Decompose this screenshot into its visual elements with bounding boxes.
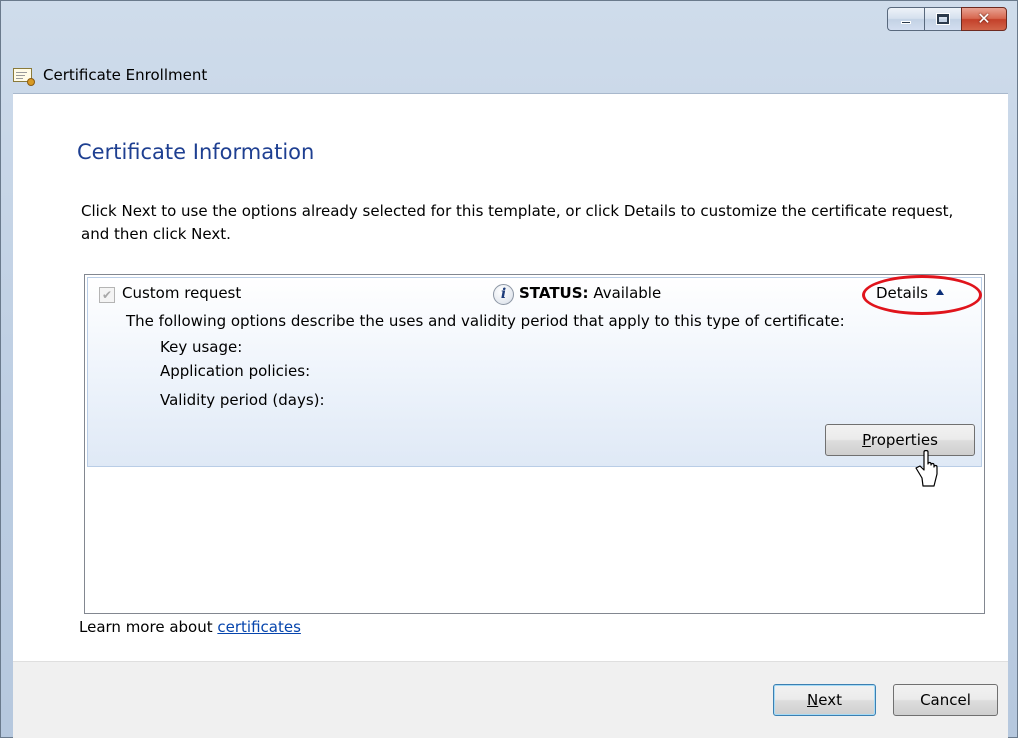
mouse-cursor-icon [915, 450, 938, 487]
custom-request-checkbox[interactable]: ✔ [99, 287, 115, 303]
minimize-button[interactable] [887, 7, 924, 31]
title-bar[interactable]: ✕ [1, 1, 1017, 43]
options-description: The following options describe the uses … [126, 312, 845, 330]
certificate-enrollment-window: ✕ Certificate Enrollment Certificate Inf… [0, 0, 1018, 738]
minimize-icon [901, 21, 911, 24]
wizard-header: Certificate Enrollment [13, 63, 207, 87]
application-policies-label: Application policies: [160, 362, 311, 380]
learn-more-text: Learn more about certificates [79, 618, 301, 636]
validity-period-label: Validity period (days): [160, 391, 325, 409]
properties-button[interactable]: Properties [825, 424, 975, 456]
learn-more-prefix: Learn more about [79, 618, 218, 636]
close-icon: ✕ [977, 9, 991, 28]
info-icon: i [493, 284, 514, 305]
next-button[interactable]: Next [773, 684, 876, 716]
wizard-footer: Next Cancel [13, 661, 1008, 738]
certificate-request-list: ✔ Custom request i STATUS: Available Det… [84, 274, 985, 614]
certificates-link[interactable]: certificates [217, 618, 301, 636]
instruction-text: Click Next to use the options already se… [81, 202, 954, 243]
status-text: STATUS: Available [519, 284, 661, 302]
wizard-content: Certificate Information Click Next to us… [13, 93, 1008, 661]
highlight-circle [862, 275, 982, 315]
page-title: Certificate Information [77, 140, 315, 164]
maximize-button[interactable] [924, 7, 961, 31]
cancel-button[interactable]: Cancel [893, 684, 998, 716]
window-title: Certificate Enrollment [43, 66, 208, 84]
maximize-icon [937, 14, 949, 24]
status-value: Available [593, 284, 662, 302]
list-item-custom-request[interactable]: ✔ Custom request i STATUS: Available Det… [87, 275, 982, 467]
checkmark-icon: ✔ [101, 288, 113, 302]
certificate-icon [13, 67, 35, 86]
status-label: STATUS: [519, 284, 589, 302]
item-name: Custom request [122, 284, 242, 302]
key-usage-label: Key usage: [160, 338, 243, 356]
window-controls: ✕ [887, 7, 1007, 31]
close-button[interactable]: ✕ [961, 7, 1007, 31]
